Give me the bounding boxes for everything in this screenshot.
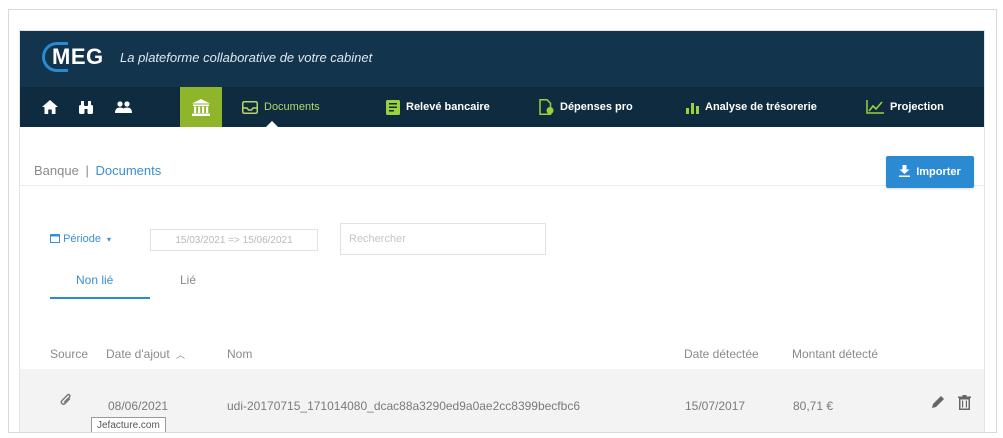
delete-trash-icon[interactable] <box>958 395 971 413</box>
row-amount: 80,71 € <box>793 399 834 413</box>
sort-asc-icon: ︿ <box>176 350 186 360</box>
sub-header: Banque | Documents Importer <box>20 127 984 188</box>
bar-chart-icon <box>686 101 699 114</box>
nav-documents[interactable]: Documents <box>242 87 320 127</box>
link-status-tabs: Non lié Lié <box>50 273 250 303</box>
nav-label-depenses-pro: Dépenses pro <box>560 101 633 113</box>
column-header-nom[interactable]: Nom <box>227 347 252 361</box>
download-icon <box>899 164 911 180</box>
app-window: MEG La plateforme collaborative de votre… <box>19 30 985 432</box>
nav-label-releve-bancaire: Relevé bancaire <box>406 101 490 113</box>
row-date-detected: 15/07/2017 <box>685 399 746 413</box>
import-button[interactable]: Importer <box>886 156 974 188</box>
breadcrumb: Banque | Documents <box>34 163 161 178</box>
source-tooltip: Jefacture.com <box>91 417 166 432</box>
logo-text: MEG <box>52 44 104 69</box>
edit-pencil-icon[interactable] <box>932 395 945 411</box>
tab-non-lie[interactable]: Non lié <box>76 273 113 287</box>
nav-projection[interactable]: Projection <box>866 87 944 127</box>
line-chart-icon <box>866 100 884 114</box>
tab-lie[interactable]: Lié <box>180 273 196 287</box>
import-button-label: Importer <box>916 166 961 178</box>
breadcrumb-current[interactable]: Documents <box>95 163 161 178</box>
row-date-added: 08/06/2021 <box>108 399 169 413</box>
nav-releve-bancaire[interactable]: Relevé bancaire <box>386 87 490 127</box>
column-header-date-detectee[interactable]: Date détectée <box>684 347 759 361</box>
meg-logo[interactable]: MEG <box>42 39 114 77</box>
row-document-name[interactable]: udi-20170715_171014080_dcac88a3290ed9a0a… <box>227 399 580 413</box>
paperclip-icon[interactable] <box>60 393 72 410</box>
screenshot-frame: MEG La plateforme collaborative de votre… <box>8 9 997 433</box>
top-bar: MEG La plateforme collaborative de votre… <box>20 31 984 87</box>
nav-depenses-pro[interactable]: Dépenses pro <box>539 87 633 127</box>
column-header-montant-detecte[interactable]: Montant détecté <box>792 347 878 361</box>
home-icon[interactable] <box>38 87 62 127</box>
nav-analyse-tresorerie[interactable]: Analyse de trésorerie <box>686 87 817 127</box>
calendar-icon <box>50 233 63 245</box>
date-range-field[interactable]: 15/03/2021 => 15/06/2021 <box>150 229 318 251</box>
nav-bar: Documents Relevé bancaire Dépenses pro A… <box>20 87 984 127</box>
expenses-icon <box>539 99 554 115</box>
active-tab-underline <box>50 297 150 299</box>
column-header-source[interactable]: Source <box>50 347 88 361</box>
column-header-date-ajout[interactable]: Date d'ajout ︿ <box>106 347 185 361</box>
bank-icon[interactable] <box>180 87 222 127</box>
table-header: Source Date d'ajout ︿ Nom Date détectée … <box>20 337 984 369</box>
binoculars-icon[interactable] <box>74 87 98 127</box>
column-header-date-ajout-label: Date d'ajout <box>106 347 170 361</box>
tagline: La plateforme collaborative de votre cab… <box>120 50 373 65</box>
breadcrumb-root[interactable]: Banque <box>34 163 79 178</box>
nav-label-analyse-tresorerie: Analyse de trésorerie <box>705 101 817 113</box>
nav-label-projection: Projection <box>890 101 944 113</box>
statement-icon <box>386 99 400 115</box>
nav-label-documents: Documents <box>264 101 320 113</box>
inbox-icon <box>242 100 258 114</box>
search-input[interactable] <box>340 223 546 255</box>
users-icon[interactable] <box>110 87 136 127</box>
period-label: Période <box>63 233 101 245</box>
breadcrumb-separator: | <box>85 163 89 178</box>
period-dropdown[interactable]: Période ▾ <box>50 233 111 245</box>
caret-down-icon: ▾ <box>107 235 112 244</box>
